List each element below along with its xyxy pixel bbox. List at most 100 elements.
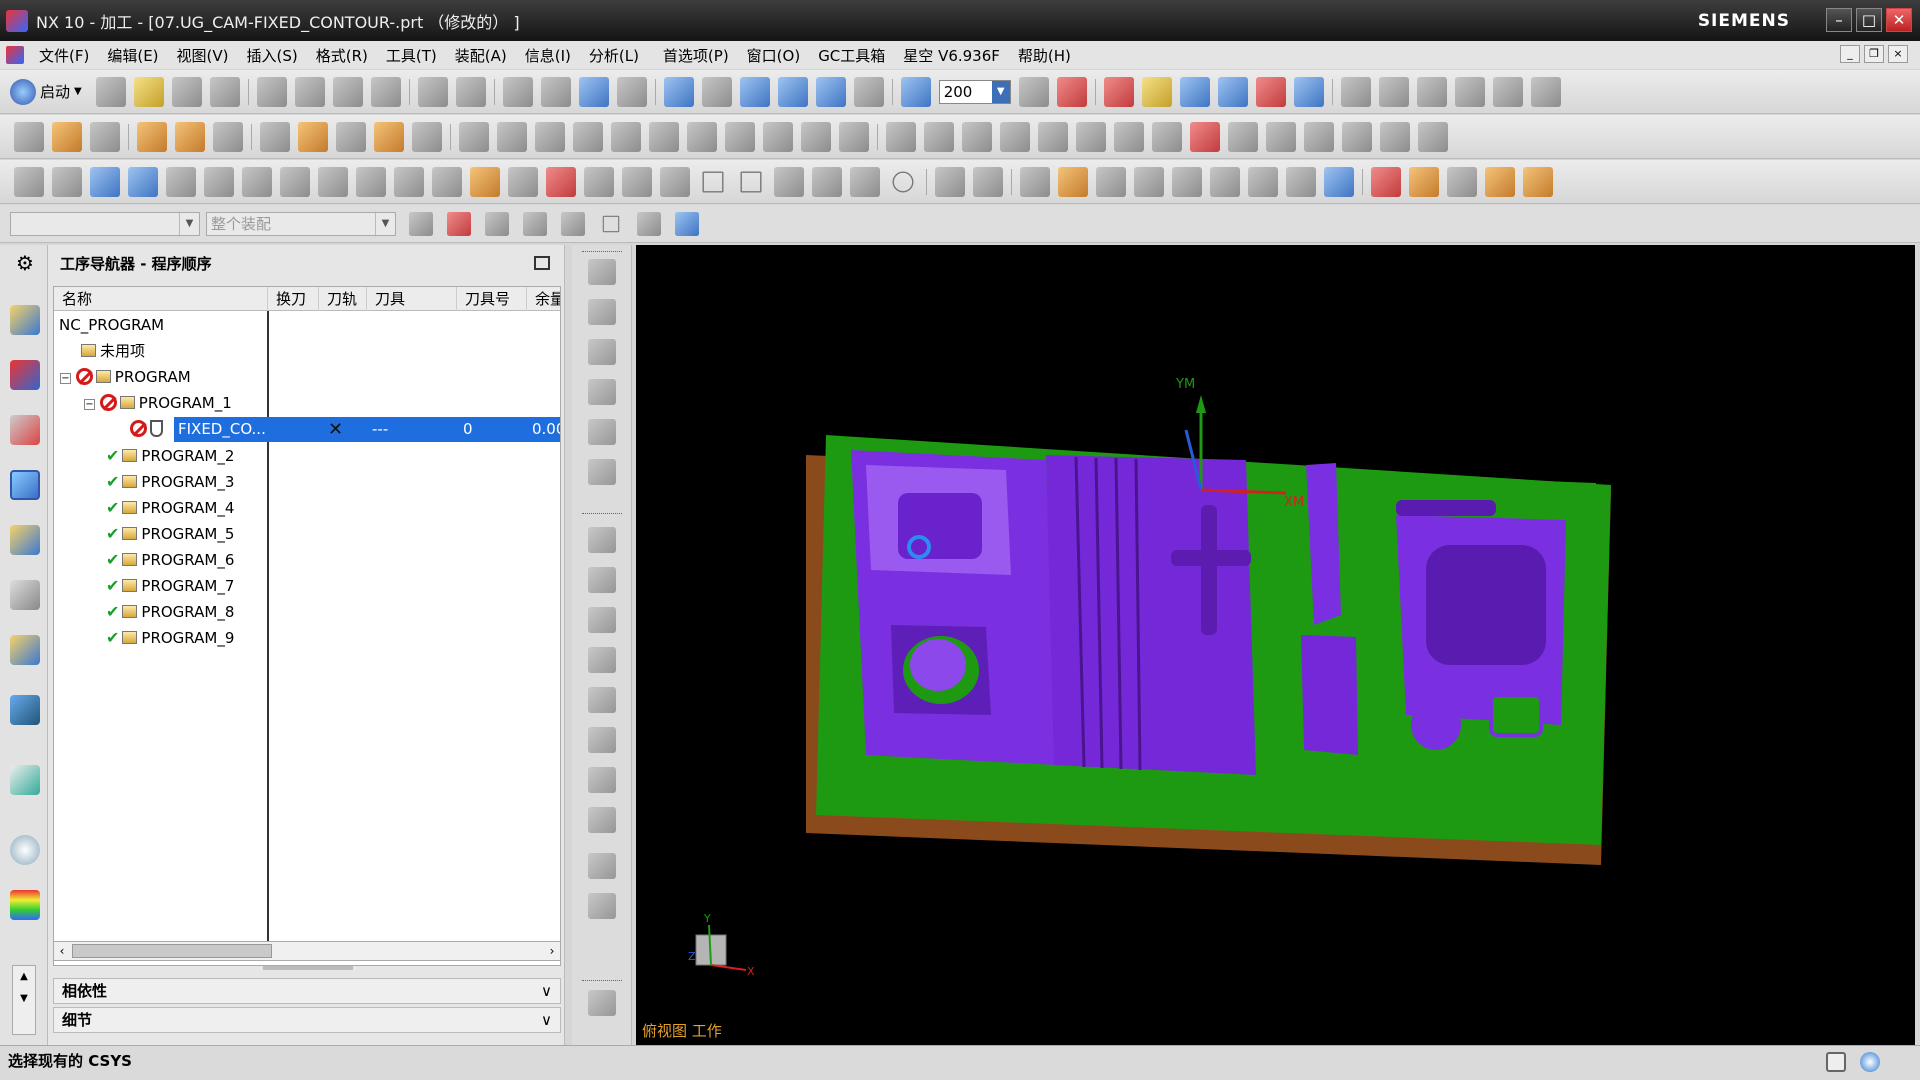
polygon-icon[interactable] — [1228, 121, 1258, 152]
flowcut-icon[interactable] — [573, 121, 603, 152]
tool-7-icon[interactable] — [1248, 166, 1278, 197]
tool-9-icon[interactable] — [1324, 166, 1354, 197]
trim-curve-icon[interactable] — [1076, 121, 1106, 152]
tree-row-program-3[interactable]: ✔ PROGRAM_3 — [54, 469, 560, 494]
orient-view-icon[interactable] — [815, 76, 846, 107]
tree-row-program-2[interactable]: ✔ PROGRAM_2 — [54, 443, 560, 468]
scroll-left-icon[interactable]: ‹ — [54, 942, 70, 960]
palette-tool-8-icon[interactable] — [588, 567, 616, 593]
palette-tool-3-icon[interactable] — [588, 339, 616, 365]
tool-11-icon[interactable] — [1409, 166, 1439, 197]
program-order-view-icon[interactable] — [213, 121, 243, 152]
column-header-toolno[interactable]: 刀具号 — [457, 287, 527, 311]
menu-xingkong[interactable]: 星空 V6.936F — [894, 45, 1009, 66]
postprocess-icon[interactable] — [1141, 76, 1172, 107]
solid-view-4-icon[interactable] — [1454, 76, 1485, 107]
reuse-library-icon[interactable] — [10, 525, 40, 555]
doc-close-button[interactable]: × — [1888, 45, 1908, 63]
maximize-panel-icon[interactable] — [534, 256, 550, 270]
maximize-button[interactable]: □ — [1856, 8, 1882, 32]
machine-navigator-icon[interactable] — [10, 580, 40, 610]
measure-icon[interactable] — [1255, 76, 1286, 107]
collapse-toggle[interactable]: − — [84, 399, 95, 410]
doc-restore-button[interactable]: ❐ — [1864, 45, 1884, 63]
square-icon[interactable] — [702, 171, 724, 192]
column-header-toolchange[interactable]: 换刀 — [268, 287, 319, 311]
operation-navigator-icon[interactable] — [10, 470, 40, 500]
verify-toolpath-icon[interactable] — [1103, 76, 1134, 107]
wave-link-icon[interactable] — [935, 166, 965, 197]
palette-tool-1-icon[interactable] — [588, 259, 616, 285]
column-header-path[interactable]: 刀轨 — [319, 287, 367, 311]
create-operation-icon[interactable] — [175, 121, 205, 152]
zoom-icon[interactable] — [616, 76, 647, 107]
hole-mill-icon[interactable] — [763, 121, 793, 152]
select-feature-icon[interactable] — [409, 211, 433, 236]
solid-view-3-icon[interactable] — [1416, 76, 1447, 107]
menu-view[interactable]: 视图(V) — [168, 45, 238, 66]
tool-6-icon[interactable] — [1210, 166, 1240, 197]
selection-scope-select[interactable]: 整个装配 ▼ — [206, 211, 396, 236]
tree-row-program-9[interactable]: ✔ PROGRAM_9 — [54, 625, 560, 650]
draft-icon[interactable] — [432, 166, 462, 197]
open-file-icon[interactable] — [133, 76, 164, 107]
paste-icon[interactable] — [332, 76, 363, 107]
replay-toolpath-icon[interactable] — [1179, 76, 1210, 107]
circle-icon[interactable] — [1190, 121, 1220, 152]
cavity-mill-icon[interactable] — [374, 121, 404, 152]
tree-row-fixed-contour[interactable]: FIXED_CO... ✕ --- 0 0.00 — [54, 417, 560, 442]
menu-analysis[interactable]: 分析(L) — [580, 45, 648, 66]
copy-icon[interactable] — [294, 76, 325, 107]
rotate-view-icon[interactable] — [701, 76, 732, 107]
palette-tool-15-icon[interactable] — [588, 853, 616, 879]
palette-tool-2-icon[interactable] — [588, 299, 616, 325]
palette-tool-6-icon[interactable] — [588, 459, 616, 485]
part-navigator-icon[interactable] — [10, 415, 40, 445]
wireframe-cube-icon[interactable] — [777, 76, 808, 107]
tool-4-icon[interactable] — [1134, 166, 1164, 197]
generate-toolpath-icon[interactable] — [1056, 76, 1087, 107]
spline-icon[interactable] — [1114, 121, 1144, 152]
arrow-left-icon[interactable] — [90, 166, 120, 197]
move-face-icon[interactable] — [660, 166, 690, 197]
print-icon[interactable] — [209, 76, 240, 107]
system-materials-icon[interactable] — [10, 890, 40, 920]
repeat-command-icon[interactable] — [540, 76, 571, 107]
solid-view-1-icon[interactable] — [1340, 76, 1371, 107]
zlevel-icon[interactable] — [412, 121, 442, 152]
tool-12-icon[interactable] — [1447, 166, 1477, 197]
scrollbar-thumb[interactable] — [72, 944, 272, 958]
display-scale-select[interactable]: 200 ▼ — [938, 79, 1011, 104]
column-header-name[interactable]: 名称 — [54, 287, 268, 311]
revolve-icon[interactable] — [204, 166, 234, 197]
dependencies-panel[interactable]: 相依性 ∨ — [53, 978, 561, 1004]
create-geometry-icon[interactable] — [90, 121, 120, 152]
menu-gc-toolbox[interactable]: GC工具箱 — [809, 45, 894, 66]
menu-information[interactable]: 信息(I) — [516, 45, 580, 66]
tool-5-icon[interactable] — [1172, 166, 1202, 197]
palette-tool-9-icon[interactable] — [588, 607, 616, 633]
datum-axis-icon[interactable] — [52, 166, 82, 197]
palette-tool-11-icon[interactable] — [588, 687, 616, 713]
datum-csys-icon[interactable] — [14, 166, 44, 197]
cut-icon[interactable] — [256, 76, 287, 107]
redo-icon[interactable] — [455, 76, 486, 107]
solid-view-5-icon[interactable] — [1492, 76, 1523, 107]
graphics-viewport[interactable]: YM XM X Y Z 俯视图 工作 — [636, 245, 1915, 1045]
create-tool-icon[interactable] — [52, 121, 82, 152]
hole-icon[interactable] — [242, 166, 272, 197]
sew-icon[interactable] — [850, 166, 880, 197]
hexagon-icon[interactable] — [740, 171, 762, 192]
palette-tool-4-icon[interactable] — [588, 379, 616, 405]
type-filter-select[interactable]: ▼ — [10, 211, 200, 236]
background-icon[interactable] — [853, 76, 884, 107]
menu-edit[interactable]: 编辑(E) — [98, 45, 167, 66]
roles-icon[interactable] — [10, 635, 40, 665]
horizontal-scrollbar[interactable]: ‹ › — [53, 941, 561, 961]
text-icon[interactable] — [1266, 121, 1296, 152]
full-screen-icon[interactable] — [1826, 1052, 1846, 1072]
helix-icon[interactable] — [1418, 121, 1448, 152]
curve-line-icon[interactable] — [886, 121, 916, 152]
undo-icon[interactable] — [417, 76, 448, 107]
save-icon[interactable] — [171, 76, 202, 107]
